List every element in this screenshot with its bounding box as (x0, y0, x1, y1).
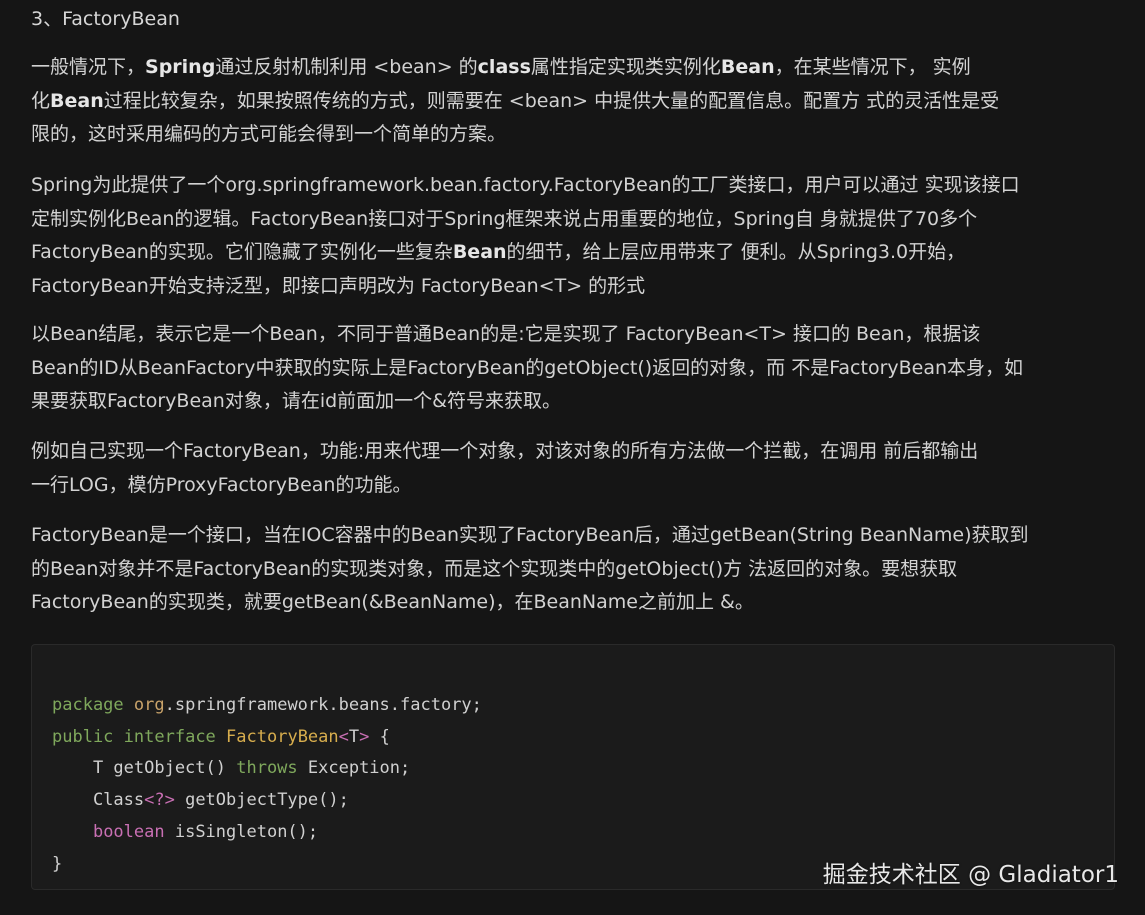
code-token: { (369, 726, 390, 747)
paragraph-line: FactoryBean的实现类，就要getBean(&BeanName)，在Be… (31, 586, 1121, 620)
watermark: 掘金技术社区 @ Gladiator1 (822, 862, 1119, 888)
paragraph-5: FactoryBean是一个接口，当在IOC容器中的Bean实现了Factory… (31, 519, 1121, 620)
code-token-kw: public (52, 726, 114, 747)
code-token-op: <?> (144, 790, 175, 811)
text-run: 定制实例化Bean的逻辑。FactoryBean接口对于Spring框架来说占用… (31, 207, 978, 230)
code-token: getObjectType(); (174, 790, 349, 811)
text-run: FactoryBean开始支持泛型，即接口声明改为 FactoryBean<T>… (31, 274, 646, 297)
text-run: 的Bean对象并不是FactoryBean的实现类对象，而是这个实现类中的get… (31, 557, 958, 580)
code-token-cls: FactoryBean (226, 726, 339, 747)
code-token: Exception; (297, 758, 411, 779)
code-token-op: < (338, 726, 349, 747)
text-run: 化 (31, 89, 51, 112)
text-run: Spring为此提供了一个org.springframework.bean.fa… (31, 174, 1020, 196)
paragraph-line: 一行LOG，模仿ProxyFactoryBean的功能。 (31, 469, 1121, 503)
code-token-op: > (359, 726, 370, 747)
text-run: FactoryBean是一个接口，当在IOC容器中的Bean实现了Factory… (31, 524, 1029, 546)
text-run: 通过反射机制利用 <bean> 的 (215, 56, 478, 78)
code-token-kw: package (52, 695, 124, 715)
paragraph-line: 一般情况下，Spring通过反射机制利用 <bean> 的class属性指定实现… (31, 51, 1121, 85)
text-run: 例如自己实现一个FactoryBean，功能:用来代理一个对象，对该对象的所有方… (31, 440, 979, 462)
bold-text: Bean (452, 241, 507, 263)
bold-text: Spring (145, 56, 216, 78)
section-heading: 3、FactoryBean (31, 8, 180, 30)
text-run: 果要获取FactoryBean对象，请在id前面加一个&符号来获取。 (31, 390, 561, 412)
paragraph-4: 例如自己实现一个FactoryBean，功能:用来代理一个对象，对该对象的所有方… (31, 435, 1121, 502)
text-run: 的细节，给上层应用带来了 便利。从Spring3.0开始， (506, 241, 966, 263)
code-token: isSingleton(); (164, 821, 319, 842)
code-block[interactable]: package org.springframework.beans.factor… (31, 644, 1115, 890)
paragraph-line: 限的，这时采用编码的方式可能会得到一个简单的方案。 (31, 118, 1121, 152)
code-token: } (52, 853, 63, 874)
text-run: ，在某些情况下， 实例 (774, 56, 971, 78)
text-run: 以Bean结尾，表示它是一个Bean，不同于普通Bean的是:它是实现了 Fac… (31, 323, 981, 345)
code-token-ns: org (133, 695, 165, 715)
paragraph-line: Bean的ID从BeanFactory中获取的实际上是FactoryBean的g… (31, 352, 1121, 386)
code-line: Class<?> getObjectType(); (52, 785, 482, 817)
text-run: FactoryBean的实现类，就要getBean(&BeanName)，在Be… (31, 591, 754, 613)
text-run: 一般情况下， (31, 56, 146, 78)
paragraph-1: 一般情况下，Spring通过反射机制利用 <bean> 的class属性指定实现… (31, 51, 1121, 152)
code-token-kw: throws (236, 758, 298, 779)
text-run: 一行LOG，模仿ProxyFactoryBean的功能。 (31, 473, 412, 496)
text-run: FactoryBean的实现。它们隐藏了实例化一些复杂 (31, 241, 453, 263)
code-line: } (52, 849, 482, 881)
paragraph-line: 果要获取FactoryBean对象，请在id前面加一个&符号来获取。 (31, 385, 1121, 419)
paragraph-3: 以Bean结尾，表示它是一个Bean，不同于普通Bean的是:它是实现了 Fac… (31, 318, 1121, 419)
paragraph-line: Spring为此提供了一个org.springframework.bean.fa… (31, 169, 1121, 203)
code-line: package org.springframework.beans.factor… (52, 690, 482, 722)
code-content[interactable]: package org.springframework.beans.factor… (52, 690, 482, 880)
code-token: Class (52, 790, 145, 811)
bold-text: Bean (720, 56, 775, 78)
code-token: .springframework.beans.factory; (164, 695, 482, 715)
bold-text: class (477, 56, 531, 78)
bold-text: Bean (50, 89, 104, 112)
text-run: 过程比较复杂，如果按照传统的方式，则需要在 <bean> 中提供大量的配置信息。… (103, 89, 1000, 112)
paragraph-2: Spring为此提供了一个org.springframework.bean.fa… (31, 169, 1121, 303)
text-run: 限的，这时采用编码的方式可能会得到一个简单的方案。 (31, 123, 507, 145)
paragraph-line: 以Bean结尾，表示它是一个Bean，不同于普通Bean的是:它是实现了 Fac… (31, 318, 1121, 352)
code-line: boolean isSingleton(); (52, 817, 482, 849)
code-token: T (348, 726, 360, 747)
paragraph-line: 定制实例化Bean的逻辑。FactoryBean接口对于Spring框架来说占用… (31, 203, 1121, 237)
code-token-kw: interface (123, 726, 216, 747)
paragraph-line: FactoryBean的实现。它们隐藏了实例化一些复杂Bean的细节，给上层应用… (31, 236, 1121, 270)
code-token: T getObject() (52, 758, 237, 779)
paragraph-line: 例如自己实现一个FactoryBean，功能:用来代理一个对象，对该对象的所有方… (31, 435, 1121, 469)
paragraph-line: FactoryBean开始支持泛型，即接口声明改为 FactoryBean<T>… (31, 270, 1121, 304)
paragraph-line: 的Bean对象并不是FactoryBean的实现类对象，而是这个实现类中的get… (31, 553, 1121, 587)
text-run: Bean的ID从BeanFactory中获取的实际上是FactoryBean的g… (31, 356, 1024, 379)
code-line: public interface FactoryBean<T> { (52, 722, 482, 754)
paragraph-line: FactoryBean是一个接口，当在IOC容器中的Bean实现了Factory… (31, 519, 1121, 553)
paragraph-line: 化Bean过程比较复杂，如果按照传统的方式，则需要在 <bean> 中提供大量的… (31, 85, 1121, 119)
code-line: T getObject() throws Exception; (52, 753, 482, 785)
code-token-ty: boolean (92, 821, 165, 842)
text-run: 属性指定实现类实例化 (530, 56, 721, 78)
